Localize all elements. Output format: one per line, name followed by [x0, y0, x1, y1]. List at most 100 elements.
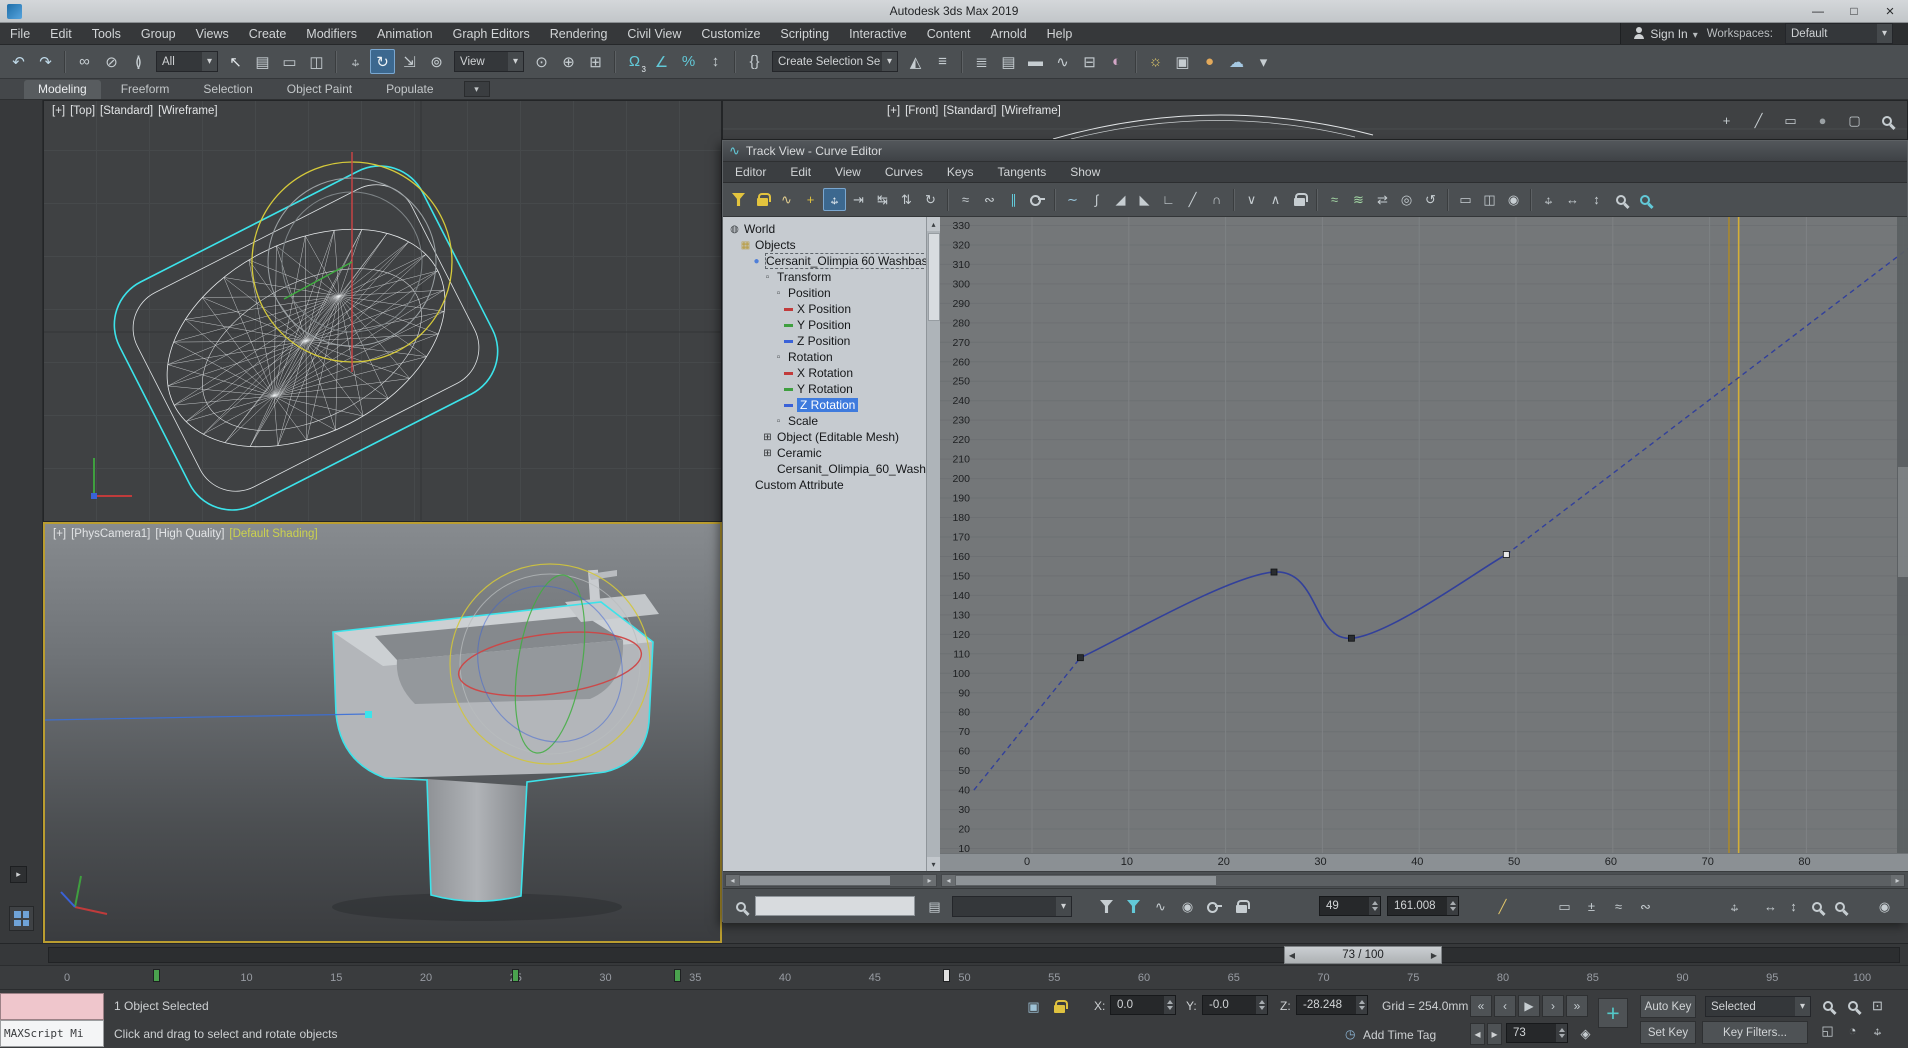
tree-item-scale[interactable]: ▫Scale — [773, 413, 818, 429]
menu-civil-view[interactable]: Civil View — [617, 23, 691, 44]
set-tangents-linear-icon[interactable]: ╱ — [1181, 188, 1204, 211]
time-slider-track[interactable] — [48, 947, 1900, 963]
menu-animation[interactable]: Animation — [367, 23, 443, 44]
z-coordinate-field[interactable]: -28.248 — [1296, 995, 1368, 1015]
tv-menu-editor[interactable]: Editor — [723, 165, 778, 179]
tree-item-x-position[interactable]: X Position — [784, 301, 851, 317]
tree-item-custom-attribute[interactable]: Custom Attribute — [740, 477, 844, 493]
set-tangents-fast-icon[interactable]: ◢ — [1109, 188, 1132, 211]
redo-icon[interactable]: ↷ — [33, 49, 58, 74]
tv-menu-edit[interactable]: Edit — [778, 165, 823, 179]
align-icon[interactable]: ≡ — [930, 49, 955, 74]
viewport-label-part[interactable]: [Wireframe] — [158, 105, 217, 117]
zoom-region-footer-icon[interactable] — [1828, 895, 1851, 918]
nav-zoom-icon[interactable] — [1816, 994, 1839, 1017]
previous-key-button[interactable]: ◂ — [1470, 1023, 1485, 1045]
percent-snap-toggle-icon[interactable]: % — [676, 49, 701, 74]
set-tangents-spline-icon[interactable]: ∫ — [1085, 188, 1108, 211]
zoom-value-extents-footer-icon[interactable]: ↕ — [1782, 895, 1805, 918]
corner-display-icon[interactable]: ▭ — [1779, 109, 1802, 132]
nav-maximize-viewport-icon[interactable]: ▣ — [1841, 1044, 1864, 1048]
tv-menu-view[interactable]: View — [823, 165, 873, 179]
tree-vertical-scrollbar[interactable]: ▴ ▾ — [926, 217, 940, 871]
unify-tangents-icon[interactable]: ∧ — [1264, 188, 1287, 211]
set-tangents-slow-icon[interactable]: ◣ — [1133, 188, 1156, 211]
use-pivot-point-center-icon[interactable]: ⊙ — [529, 49, 554, 74]
tv-menu-show[interactable]: Show — [1058, 165, 1112, 179]
angle-snap-toggle-icon[interactable]: ∠ — [649, 49, 674, 74]
time-slider-prev-arrow[interactable]: ◀ — [1285, 951, 1299, 960]
viewport-label-part[interactable]: [Standard] — [100, 105, 153, 117]
toggle-ribbon-icon[interactable]: ▬ — [1023, 49, 1048, 74]
nav-pan-icon[interactable] — [1866, 1019, 1889, 1042]
ribbon-tab-freeform[interactable]: Freeform — [107, 80, 184, 99]
spinner-buttons[interactable] — [1447, 897, 1458, 915]
slide-keys-icon[interactable]: ⇥ — [847, 188, 870, 211]
tree-item-transform[interactable]: ▫Transform — [762, 269, 831, 285]
window-titlebar[interactable]: Autodesk 3ds Max 2019 — [0, 0, 1908, 23]
window-crossing-icon[interactable]: ◫ — [304, 49, 329, 74]
corner-add-icon[interactable]: + — [1715, 109, 1738, 132]
filter-selected-tracks-icon[interactable] — [1095, 895, 1118, 918]
filter-animated-tracks-icon[interactable]: ∿ — [1149, 895, 1172, 918]
menu-content[interactable]: Content — [917, 23, 981, 44]
add-keys-icon[interactable]: + — [799, 188, 822, 211]
menu-views[interactable]: Views — [186, 23, 239, 44]
curve-key-1[interactable] — [1271, 569, 1277, 575]
keyboard-shortcut-override-icon[interactable]: ⊞ — [583, 49, 608, 74]
lock-tangents-toggle-icon[interactable] — [1288, 188, 1311, 211]
viewport-label-part[interactable]: [Front] — [905, 105, 938, 117]
menu-edit[interactable]: Edit — [40, 23, 82, 44]
snaps-toggle-icon[interactable]: Ω3 — [622, 49, 647, 74]
corner-pencil-icon[interactable]: ╱ — [1747, 109, 1770, 132]
scroll-down-arrow[interactable]: ▾ — [927, 857, 940, 871]
tree-item-objects[interactable]: ▦Objects — [740, 237, 796, 253]
zoom-selected-object-icon[interactable] — [729, 895, 752, 918]
zoom-footer-icon[interactable] — [1805, 895, 1828, 918]
select-and-link-icon[interactable]: ∞ — [72, 49, 97, 74]
tree-item-cersanit-olimpia-60-washbas[interactable]: ●Cersanit_Olimpia 60 Washbas — [751, 253, 926, 269]
tv-zoom-horizontal-extents-icon[interactable]: ↔ — [1561, 188, 1584, 211]
simplify-curve-icon[interactable]: ≈ — [954, 188, 977, 211]
select-keys-by-time-icon[interactable]: ◫ — [1478, 188, 1501, 211]
tree-item-position[interactable]: ▫Position — [773, 285, 831, 301]
tree-item-rotation[interactable]: ▫Rotation — [773, 349, 833, 365]
key-value-field[interactable]: 161.008 — [1387, 896, 1459, 916]
viewport-layout-tabs-icon[interactable] — [9, 906, 34, 931]
viewport-label-part[interactable]: [Top] — [70, 105, 95, 117]
unlink-selection-icon[interactable]: ⊘ — [99, 49, 124, 74]
tv-menu-keys[interactable]: Keys — [935, 165, 986, 179]
track-set-dropdown[interactable] — [952, 896, 1072, 917]
rectangular-selection-region-icon[interactable]: ▭ — [277, 49, 302, 74]
region-keys-tool-icon[interactable]: ▭ — [1454, 188, 1477, 211]
go-to-start-button[interactable]: « — [1470, 995, 1492, 1017]
isolate-selection-toggle[interactable]: ▣ — [1022, 995, 1045, 1018]
toggle-layer-explorer-icon[interactable]: ▤ — [996, 49, 1021, 74]
trackbar-key-selected[interactable] — [943, 969, 950, 982]
randomize-keys-icon[interactable]: ≈ — [1607, 895, 1630, 918]
corner-sphere-icon[interactable]: ● — [1811, 109, 1834, 132]
nav-zoom-all-icon[interactable] — [1841, 994, 1864, 1017]
workspace-dropdown[interactable]: Default — [1785, 23, 1893, 44]
curve-area[interactable]: 1020304050607080901001101201301401501601… — [940, 217, 1908, 853]
tree-item-y-position[interactable]: Y Position — [784, 317, 851, 333]
scroll-right-arrow[interactable]: ▸ — [1891, 875, 1904, 886]
tv-zoom-value-extents-icon[interactable]: ↕ — [1585, 188, 1608, 211]
trackbar-key[interactable] — [512, 969, 519, 982]
selection-filter-dropdown[interactable]: All — [156, 51, 218, 72]
add-time-tag-button[interactable]: Add Time Tag — [1363, 1028, 1436, 1042]
retime-tool-icon[interactable]: ↻ — [919, 188, 942, 211]
swap-curves-icon[interactable]: ⇄ — [1371, 188, 1394, 211]
set-keys-button[interactable]: + — [1598, 998, 1628, 1028]
render-in-cloud-icon[interactable]: ☁ — [1224, 49, 1249, 74]
ribbon-tab-modeling[interactable]: Modeling — [24, 80, 101, 99]
edit-track-set-icon[interactable]: ▤ — [923, 895, 946, 918]
select-and-manipulate-icon[interactable]: ⊕ — [556, 49, 581, 74]
key-filters-button[interactable]: Key Filters... — [1702, 1021, 1808, 1044]
menu-modifiers[interactable]: Modifiers — [296, 23, 367, 44]
auto-key-button[interactable]: Auto Key — [1640, 995, 1696, 1018]
viewport-label-part[interactable]: [High Quality] — [155, 528, 224, 540]
menu-tools[interactable]: Tools — [82, 23, 131, 44]
curve-horizontal-scrollbar[interactable]: ◂ ▸ — [941, 874, 1905, 887]
menu-group[interactable]: Group — [131, 23, 186, 44]
